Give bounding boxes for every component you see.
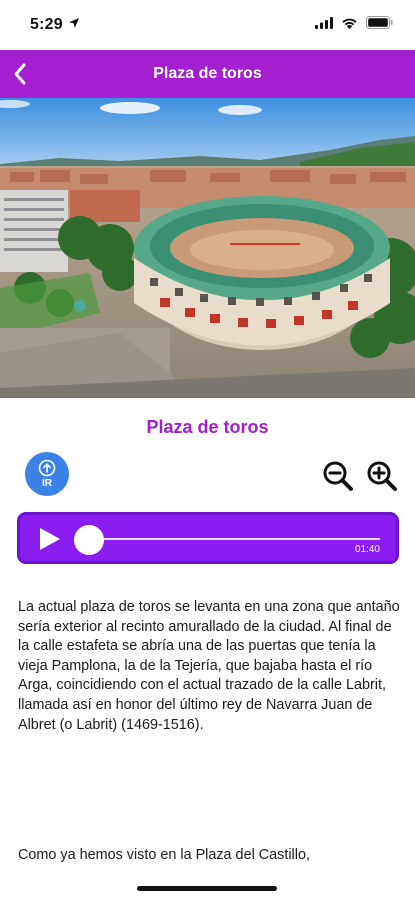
location-arrow-icon xyxy=(69,18,79,28)
status-time: 5:29 xyxy=(30,16,63,33)
home-indicator xyxy=(137,886,277,891)
bullring-photo xyxy=(0,98,415,398)
zoom-in-icon xyxy=(367,461,397,491)
zoom-out-button[interactable] xyxy=(322,460,354,492)
duration-label: 01:40 xyxy=(354,544,380,555)
progress-track[interactable] xyxy=(90,538,380,540)
ir-button[interactable]: IR xyxy=(25,452,69,496)
wifi-icon xyxy=(342,18,357,29)
progress-thumb[interactable] xyxy=(74,525,104,555)
description-paragraph: La actual plaza de toros se levanta en u… xyxy=(18,599,400,733)
battery-icon xyxy=(366,16,393,29)
play-icon xyxy=(40,528,60,550)
cellular-signal-icon xyxy=(315,16,333,29)
hero-image xyxy=(0,98,415,398)
status-bar: 5:29 xyxy=(0,0,415,50)
audio-player: 01:40 xyxy=(17,512,399,564)
app-bar-title: Plaza de toros xyxy=(153,65,262,82)
play-button[interactable] xyxy=(36,526,62,552)
ir-button-label: IR xyxy=(42,478,52,489)
section-title: Plaza de toros xyxy=(146,417,269,437)
status-icons xyxy=(315,16,393,29)
arrow-up-circle-icon xyxy=(38,459,56,477)
zoom-in-button[interactable] xyxy=(366,460,398,492)
description-paragraph-2: Como ya hemos visto en la Plaza del Cast… xyxy=(18,847,310,863)
zoom-out-icon xyxy=(323,461,353,491)
app-bar: Plaza de toros xyxy=(0,50,415,98)
